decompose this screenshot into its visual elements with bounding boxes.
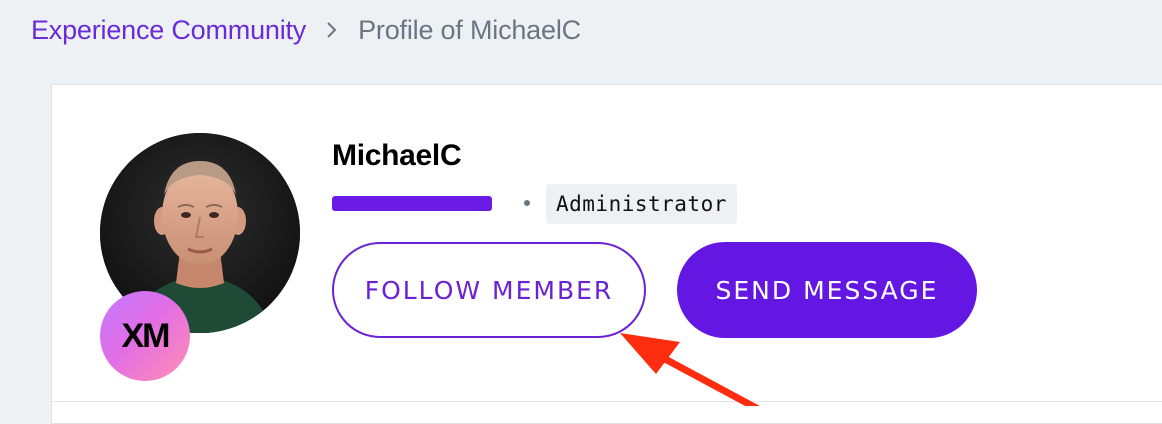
separator-dot [524, 200, 530, 206]
card-divider [52, 401, 1162, 402]
role-badge: Administrator [546, 184, 737, 224]
profile-card: XM MichaelC Administrator FOLLOW MEMBER … [51, 84, 1162, 424]
chevron-right-icon [319, 17, 345, 43]
profile-name: MichaelC [332, 139, 462, 172]
send-message-button[interactable]: SEND MESSAGE [677, 242, 977, 338]
xm-badge: XM [100, 291, 190, 381]
follow-member-button[interactable]: FOLLOW MEMBER [332, 242, 646, 338]
breadcrumb-link-community[interactable]: Experience Community [31, 15, 306, 46]
breadcrumb: Experience Community Profile of MichaelC [31, 12, 581, 48]
redacted-field [332, 196, 492, 211]
breadcrumb-current: Profile of MichaelC [358, 14, 581, 45]
